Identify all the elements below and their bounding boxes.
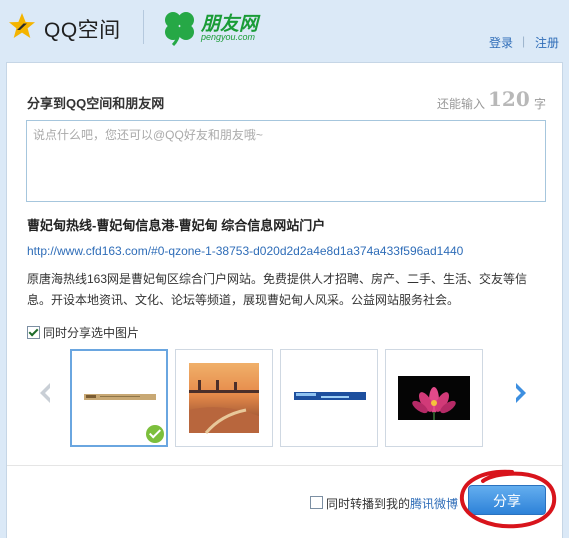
pengyou-domain-text: pengyou.com xyxy=(201,32,256,42)
remaining-count: 120 xyxy=(488,87,530,111)
register-link[interactable]: 注册 xyxy=(535,34,559,51)
remaining-unit: 字 xyxy=(534,97,547,111)
image-thumbnail-2[interactable] xyxy=(175,349,273,447)
header-bar: QQ空间 朋友网 pengyou.com 登录 | 注册 xyxy=(0,0,569,62)
share-images-checkbox[interactable] xyxy=(27,326,40,339)
qzone-star-icon xyxy=(9,13,35,38)
footer-divider xyxy=(7,465,562,466)
login-link[interactable]: 登录 xyxy=(489,34,513,51)
share-button[interactable]: 分享 xyxy=(468,485,546,515)
pengyou-clover-icon xyxy=(165,12,194,47)
weibo-share-checkbox[interactable] xyxy=(310,496,323,509)
sunset-bridge-image xyxy=(189,363,259,434)
header-divider xyxy=(143,10,144,44)
weibo-prefix-text: 同时转播到我的 xyxy=(326,497,411,511)
share-panel: 分享到QQ空间和朋友网 还能输入 120 字 曹妃甸热线-曹妃甸信息港-曹妃甸 … xyxy=(6,62,563,538)
share-dialog-title: 分享到QQ空间和朋友网 xyxy=(27,96,165,111)
image-thumbnail-3[interactable] xyxy=(280,349,378,447)
weibo-share-label: 同时转播到我的腾讯微博 xyxy=(326,495,458,512)
blue-banner-image xyxy=(294,392,366,400)
remaining-label: 还能输入 xyxy=(437,97,486,111)
lotus-flower-image xyxy=(398,376,470,420)
qzone-logo-text: QQ空间 xyxy=(44,19,121,42)
shared-page-url[interactable]: http://www.cfd163.com/#0-qzone-1-38753-d… xyxy=(27,244,463,258)
image-thumbnail-1[interactable] xyxy=(70,349,168,447)
image-thumbnail-4[interactable] xyxy=(385,349,483,447)
header-link-separator: | xyxy=(522,34,526,48)
tencent-weibo-link[interactable]: 腾讯微博 xyxy=(410,497,458,511)
shared-page-title: 曹妃甸热线-曹妃甸信息港-曹妃甸 综合信息网站门户 xyxy=(27,218,326,233)
shared-page-description: 原唐海热线163网是曹妃甸区综合门户网站。免费提供人才招聘、房产、二手、生活、交… xyxy=(27,272,528,307)
selected-check-icon xyxy=(146,425,164,443)
previous-image-arrow-icon[interactable] xyxy=(38,382,52,404)
share-images-label: 同时分享选中图片 xyxy=(43,326,140,340)
comment-input[interactable] xyxy=(26,120,546,202)
next-image-arrow-icon[interactable] xyxy=(514,382,528,404)
